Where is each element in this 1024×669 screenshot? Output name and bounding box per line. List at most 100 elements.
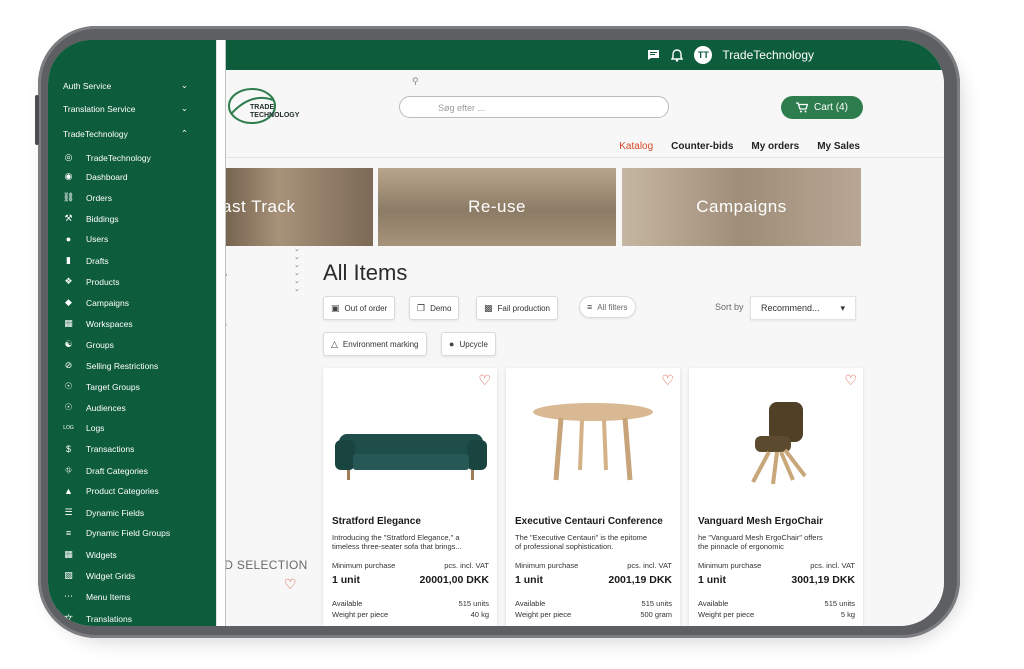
sidebar-item-orders[interactable]: ⛓ Orders [63, 192, 112, 203]
sidebar-item-biddings[interactable]: ⚒ Biddings [63, 213, 118, 224]
nav-my-orders[interactable]: My orders [751, 141, 799, 152]
filter-environment-marking-label: Environment marking [342, 339, 419, 349]
banner-fast-track-label: ast Track [222, 197, 296, 216]
price-value: 20001,00 DKK [419, 574, 489, 586]
filter-demo[interactable]: ❐ Demo [409, 296, 460, 320]
avatar[interactable]: TT [694, 46, 713, 64]
sort-select[interactable]: Recommend... ▾ [750, 296, 856, 320]
available-label: Available [698, 599, 729, 608]
list-icon: ☰ [64, 507, 73, 517]
logo[interactable]: TRADE TECHNOLOGY [226, 84, 299, 124]
dollar-icon: $ [65, 444, 71, 454]
sidebar-item-products[interactable]: ❖ Products [63, 276, 119, 287]
nav-counter-bids[interactable]: Counter-bids [671, 141, 733, 152]
user-icon: ● [65, 234, 72, 244]
product-icon: ❖ [64, 276, 73, 286]
sidebar-item-label: Product Categories [86, 486, 159, 496]
sliders-icon: ≡ [587, 302, 593, 312]
block-icon: ⊘ [64, 360, 73, 370]
basket-icon: ⛓ [62, 192, 75, 202]
sidebar-item-transactions[interactable]: $ Transactions [63, 444, 134, 454]
sidebar-item-logs[interactable]: LOG Logs [63, 423, 104, 433]
tablet-side-button [35, 95, 39, 145]
nav-katalog[interactable]: Katalog [619, 141, 653, 152]
product-name[interactable]: Stratford Elegance [332, 516, 421, 527]
nav-my-sales[interactable]: My Sales [817, 141, 860, 152]
sidebar-group-label: Auth Service [63, 80, 112, 91]
min-purchase-label: Minimum purchase [698, 561, 762, 570]
banner-fast-track[interactable]: ast Track [216, 168, 373, 246]
user-name[interactable]: TradeTechnology [722, 48, 814, 62]
sidebar-item-dashboard[interactable]: ◉ Dashboard [63, 171, 128, 182]
caret-down-icon: ▾ [840, 302, 845, 313]
product-name[interactable]: Vanguard Mesh ErgoChair [698, 516, 823, 527]
target-icon: ☉ [64, 381, 73, 391]
sidebar-item-widget-grids[interactable]: ▧ Widget Grids [63, 570, 135, 581]
sidebar-group-tradetechnology[interactable]: TradeTechnology ⌃ [63, 128, 188, 139]
product-card[interactable]: ♡ Vanguard Mesh ErgoChair he "Vanguard M… [689, 368, 863, 626]
available-label: Available [515, 599, 546, 608]
sidebar-item-groups[interactable]: ☯ Groups [63, 339, 113, 350]
dot-icon: ● [449, 339, 455, 349]
product-card[interactable]: ♡ Executive Centauri Conference The "Exe… [506, 368, 680, 626]
filter-upcycle[interactable]: ● Upcycle [441, 332, 496, 356]
sidebar-item-translations[interactable]: 文 Translations [63, 612, 132, 625]
sidebar-item-label: Widget Grids [86, 570, 136, 581]
sidebar-item-drafts[interactable]: ▮ Drafts [63, 255, 109, 266]
sidebar-item-menu-items[interactable]: ⋯ Menu Items [63, 591, 130, 602]
product-description: he "Vanguard Mesh ErgoChair" offers the … [698, 533, 858, 551]
recycle-icon: △ [331, 338, 338, 349]
product-description-line1: Introducing the "Stratford Elegance," a [332, 533, 460, 542]
search-icon: ⚲ [412, 76, 419, 86]
sidebar-item-target-groups[interactable]: ☉ Target Groups [63, 381, 139, 392]
filter-out-of-order[interactable]: ▣ Out of order [323, 296, 396, 320]
price-value: 3001,19 DKK [791, 574, 855, 586]
price-row: 1 unit 20001,00 DKK [332, 574, 489, 586]
sidebar-item-users[interactable]: ● Users [63, 234, 108, 244]
sidebar-item-dynamic-fields[interactable]: ☰ Dynamic Fields [63, 507, 144, 518]
bell-icon[interactable] [670, 48, 684, 62]
sidebar-group-translation-service[interactable]: Translation Service ⌄ [63, 103, 188, 114]
sidebar-item-dynamic-field-groups[interactable]: ≡ Dynamic Field Groups [63, 528, 170, 538]
workspace-icon: ▦ [64, 318, 73, 328]
product-card[interactable]: ♡ Stratford Elegance Introducing the "St… [323, 368, 497, 626]
heart-icon[interactable]: ♡ [284, 576, 297, 593]
cart-button[interactable]: Cart (4) [781, 96, 863, 119]
sidebar-item-widgets[interactable]: ▦ Widgets [63, 549, 116, 560]
price-value: 2001,19 DKK [608, 574, 672, 586]
globe-icon: ◎ [64, 152, 73, 162]
sidebar-item-product-categories[interactable]: ▲ Product Categories [63, 486, 159, 496]
all-filters-button[interactable]: ≡ All filters [579, 296, 636, 318]
product-description-line1: he "Vanguard Mesh ErgoChair" offers [698, 533, 823, 542]
banner-campaigns[interactable]: Campaigns [622, 168, 861, 246]
available-row: Available 515 units [332, 599, 489, 608]
widgets-icon: ▦ [64, 549, 73, 559]
archive-icon: ▩ [484, 302, 493, 313]
group-icon: ☯ [64, 339, 73, 349]
product-description: Introducing the "Stratford Elegance," a … [332, 533, 492, 551]
sidebar-item-campaigns[interactable]: ◆ Campaigns [63, 297, 129, 308]
sidebar-item-label: Selling Restrictions [86, 360, 159, 371]
available-row: Available 515 units [515, 599, 672, 608]
sidebar-item-selling-restrictions[interactable]: ⊘ Selling Restrictions [63, 360, 159, 371]
hierarchy-icon: ⛗ [64, 465, 73, 475]
screen: TT TradeTechnology TRADE TECHNOLOGY ⚲ Sø… [48, 40, 944, 626]
search-input[interactable]: Søg efter ... [399, 96, 669, 118]
selection-heading: ED SELECTION [216, 558, 308, 572]
sidebar-item-label: Menu Items [86, 591, 131, 602]
sidebar-item-draft-categories[interactable]: ⛗ Draft Categories [63, 465, 148, 476]
sidebar: Auth Service ⌄ Translation Service ⌄ Tra… [48, 40, 216, 626]
sidebar-item-audiences[interactable]: ☉ Audiences [63, 402, 125, 413]
banner-reuse[interactable]: Re-use [378, 168, 616, 246]
filter-environment-marking[interactable]: △ Environment marking [323, 332, 427, 356]
table-image [533, 403, 653, 481]
chat-icon[interactable] [646, 48, 660, 62]
sidebar-item-tradetechnology[interactable]: ◎ TradeTechnology [63, 152, 151, 163]
sidebar-group-label: Translation Service [63, 103, 136, 114]
product-name[interactable]: Executive Centauri Conference [515, 516, 663, 527]
main-content: TRADE TECHNOLOGY ⚲ Søg efter ... Cart (4… [216, 70, 944, 626]
sidebar-item-workspaces[interactable]: ▦ Workspaces [63, 318, 132, 329]
weight-label: Weight per piece [332, 610, 389, 619]
filter-fail-production[interactable]: ▩ Fail production [476, 296, 558, 320]
sidebar-group-auth-service[interactable]: Auth Service ⌄ [63, 80, 188, 91]
